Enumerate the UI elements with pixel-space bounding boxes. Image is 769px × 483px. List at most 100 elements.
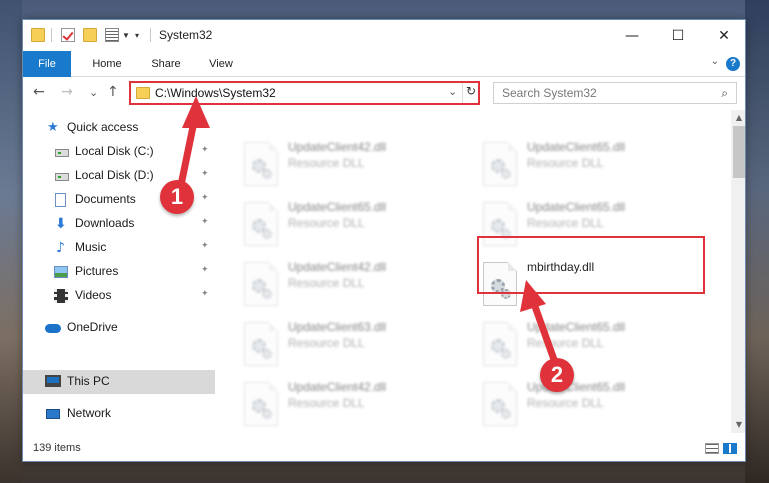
ribbon-tabs: File Home Share View ⌄ ? (23, 51, 745, 77)
file-tile[interactable]: UpdateClient65.dll Resource DLL (483, 138, 713, 198)
file-tile[interactable]: UpdateClient65.dll Resource DLL (483, 378, 713, 438)
view-properties-icon[interactable] (105, 28, 119, 42)
file-tile[interactable]: UpdateClient65.dll Resource DLL (244, 198, 474, 258)
pin-icon[interactable]: ✦ (201, 169, 209, 179)
sidebar-item-label: This PC (67, 374, 110, 388)
dll-file-icon (483, 142, 517, 186)
pictures-icon (54, 266, 68, 278)
cloud-icon (45, 324, 61, 333)
computer-icon (45, 375, 61, 387)
address-path[interactable]: C:\Windows\System32 (155, 86, 276, 100)
title-bar: ▼ ▾ System32 — ☐ ✕ (23, 20, 745, 51)
forward-button[interactable]: → (61, 84, 73, 100)
sidebar-item-label: Downloads (75, 216, 135, 230)
callout-1: 1 (160, 180, 194, 214)
sidebar-item-label: Videos (75, 288, 112, 302)
file-name: UpdateClient65.dll (527, 200, 626, 214)
help-icon[interactable]: ? (726, 57, 740, 71)
star-icon: ★ (47, 120, 59, 135)
recent-locations-button[interactable]: ⌄ (89, 86, 98, 99)
sidebar-item-pictures[interactable]: Pictures ✦ (23, 260, 215, 284)
target-file-highlight (477, 236, 705, 294)
sidebar-item-music[interactable]: ♪ Music ✦ (23, 236, 215, 260)
properties-check-icon[interactable] (61, 28, 75, 42)
pin-icon[interactable]: ✦ (201, 193, 209, 203)
file-type: Resource DLL (288, 396, 365, 410)
scroll-up-icon[interactable]: ▲ (731, 110, 745, 126)
file-type: Resource DLL (288, 276, 365, 290)
file-tile[interactable]: UpdateClient42.dll Resource DLL (244, 258, 474, 318)
music-icon: ♪ (56, 240, 65, 256)
pin-icon[interactable]: ✦ (201, 289, 209, 299)
search-icon[interactable]: ⌕ (721, 86, 728, 101)
title-separator (150, 28, 151, 42)
folder-icon (31, 28, 45, 42)
address-separator (462, 83, 463, 103)
dll-file-icon (244, 262, 278, 306)
file-type: Resource DLL (288, 216, 365, 230)
file-name: UpdateClient63.dll (288, 320, 387, 334)
sidebar-item-label: Music (75, 240, 107, 254)
file-tile[interactable]: UpdateClient65.dll Resource DLL (483, 318, 713, 378)
sidebar-item-downloads[interactable]: ⬇ Downloads ✦ (23, 212, 215, 236)
pin-icon[interactable]: ✦ (201, 217, 209, 227)
pin-icon[interactable]: ✦ (201, 145, 209, 155)
sidebar-item-network[interactable]: Network (23, 402, 215, 426)
folder-icon (136, 87, 150, 99)
minimize-button[interactable]: — (609, 20, 655, 51)
file-tile[interactable]: UpdateClient42.dll Resource DLL (244, 378, 474, 438)
tab-share[interactable]: Share (141, 51, 191, 77)
sidebar-item-label: Quick access (67, 120, 139, 134)
refresh-icon[interactable]: ↻ (466, 84, 476, 98)
sidebar-item-label: Local Disk (D:) (75, 168, 154, 182)
new-folder-icon[interactable] (83, 28, 97, 42)
drive-icon (55, 149, 69, 157)
file-name: UpdateClient65.dll (527, 320, 626, 334)
desktop-background-left (0, 0, 22, 483)
sidebar-item-this-pc[interactable]: This PC (23, 370, 215, 394)
scrollbar-thumb[interactable] (733, 126, 745, 178)
sidebar-item-videos[interactable]: Videos ✦ (23, 284, 215, 308)
large-icons-view-icon[interactable] (723, 443, 737, 454)
sidebar-item-label: Network (67, 406, 112, 420)
download-icon: ⬇ (55, 216, 67, 232)
dll-file-icon (483, 382, 517, 426)
title-separator (51, 28, 52, 42)
tab-home[interactable]: Home (81, 51, 133, 77)
pin-icon[interactable]: ✦ (201, 265, 209, 275)
network-icon (46, 409, 60, 419)
desktop-background-right (745, 0, 769, 483)
tab-file[interactable]: File (23, 51, 71, 77)
up-button[interactable]: ↑ (107, 84, 119, 100)
dll-file-icon (244, 382, 278, 426)
sidebar-item-local-disk-c[interactable]: Local Disk (C:) ✦ (23, 140, 215, 164)
details-view-icon[interactable] (705, 443, 719, 454)
scroll-down-icon[interactable]: ▼ (731, 417, 745, 433)
pin-icon[interactable]: ✦ (201, 241, 209, 251)
sidebar-item-onedrive[interactable]: OneDrive (23, 316, 215, 340)
drive-icon (55, 173, 69, 181)
sidebar-item-label: Pictures (75, 264, 119, 278)
maximize-button[interactable]: ☐ (655, 20, 701, 51)
sidebar-item-quick-access[interactable]: ★ Quick access (23, 116, 215, 140)
file-type: Resource DLL (527, 156, 604, 170)
file-tile[interactable]: UpdateClient63.dll Resource DLL (244, 318, 474, 378)
navigation-pane: ★ Quick access Local Disk (C:) ✦ Local D… (23, 110, 217, 433)
chevron-down-icon[interactable]: ⌄ (448, 85, 457, 98)
search-input[interactable]: Search System32 ⌕ (493, 82, 737, 104)
close-button[interactable]: ✕ (701, 20, 745, 51)
file-tile[interactable]: UpdateClient42.dll Resource DLL (244, 138, 474, 198)
chevron-down-icon[interactable]: ▼ (122, 31, 130, 40)
file-name: UpdateClient65.dll (527, 140, 626, 154)
status-bar: 139 items (23, 433, 745, 461)
window-title: System32 (159, 28, 213, 42)
expand-ribbon-icon[interactable]: ⌄ (711, 56, 719, 67)
back-button[interactable]: ← (33, 84, 45, 100)
customize-quick-access-icon[interactable]: ▾ (135, 31, 139, 40)
address-bar[interactable]: C:\Windows\System32 ⌄ ↻ (129, 81, 480, 105)
sidebar-item-label: Documents (75, 192, 136, 206)
close-icon: ✕ (718, 27, 730, 44)
dll-file-icon (244, 142, 278, 186)
vertical-scrollbar[interactable]: ▲ ▼ (731, 110, 745, 433)
tab-view[interactable]: View (199, 51, 243, 77)
